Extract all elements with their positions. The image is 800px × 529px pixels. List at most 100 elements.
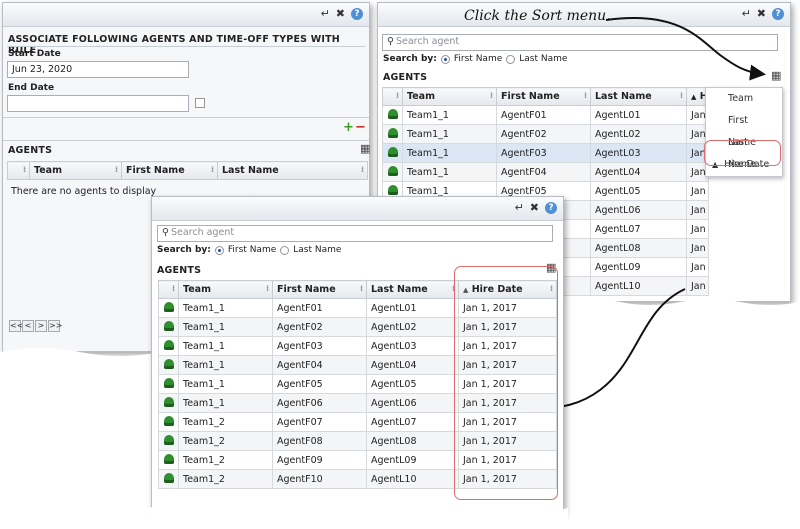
cell-last-name: AgentL06 (366, 393, 459, 413)
help-icon[interactable]: ? (545, 202, 557, 214)
column-header-first-name[interactable]: First Name ⁞ (121, 161, 218, 180)
empty-message: There are no agents to display (11, 186, 157, 197)
cell-first-name: AgentF02 (496, 124, 591, 144)
radio-first-name-label: First Name (453, 54, 503, 64)
cell-last-name: AgentL07 (590, 219, 687, 239)
cell-first-name: AgentF03 (496, 143, 591, 163)
sort-menu-icon[interactable]: ▦ (771, 69, 781, 82)
agent-icon (158, 336, 179, 356)
column-header-last-name[interactable]: Last Name ⁞ (590, 87, 687, 106)
start-date-field[interactable]: Jun 23, 2020 (7, 61, 189, 78)
sort-menu-item-first-name[interactable]: First Name (706, 110, 782, 148)
search-by-label: Search by: (157, 245, 211, 255)
cell-team: Team1_1 (178, 317, 273, 337)
agent-icon (158, 298, 179, 318)
cell-hire-date: Jan 1, 2017 (686, 219, 709, 239)
radio-last-name-label: Last Name (519, 54, 568, 64)
front-search-input[interactable]: ⚲ Search agent (157, 225, 553, 242)
help-icon[interactable]: ? (772, 8, 784, 20)
cell-first-name: AgentF08 (272, 431, 367, 451)
radio-last-name-label: Last Name (293, 245, 342, 255)
close-icon[interactable]: ✖ (757, 8, 766, 20)
table-row[interactable]: Team1_1 AgentF02 AgentL02 Jan (382, 124, 709, 144)
cell-first-name: AgentF07 (272, 412, 367, 432)
column-header-icon: ⁞ (158, 280, 179, 299)
front-agents-title: AGENTS (157, 265, 202, 276)
close-icon[interactable]: ✖ (336, 8, 345, 20)
search-icon: ⚲ (387, 36, 394, 47)
prev-page-button[interactable]: < (22, 320, 34, 332)
table-row[interactable]: Team1_1 AgentF03 AgentL03 Jan (382, 143, 709, 163)
pager: << < > >> (9, 320, 62, 332)
cell-first-name: AgentF05 (272, 374, 367, 394)
column-header-first-name[interactable]: First Name ⁞ (272, 280, 367, 299)
radio-first-name[interactable] (214, 245, 224, 255)
end-date-field[interactable] (7, 95, 189, 112)
right-search-input[interactable]: ⚲ Search agent (382, 34, 778, 51)
hire-date-column-highlight (454, 266, 558, 500)
last-page-button[interactable]: >> (48, 320, 62, 332)
column-header-last-name[interactable]: Last Name ⁞ (366, 280, 459, 299)
agent-icon (158, 393, 179, 413)
cell-first-name: AgentF06 (272, 393, 367, 413)
column-chooser-icon[interactable]: ▦ (360, 142, 370, 155)
radio-last-name[interactable] (506, 54, 516, 64)
cell-last-name: AgentL03 (366, 336, 459, 356)
cell-team: Team1_1 (178, 374, 273, 394)
cell-team: Team1_2 (178, 431, 273, 451)
divider (7, 46, 365, 47)
cell-last-name: AgentL07 (366, 412, 459, 432)
cell-hire-date: Jan 1, 2017 (686, 181, 709, 201)
agent-icon (382, 143, 403, 163)
cell-last-name: AgentL06 (590, 200, 687, 220)
search-by-label: Search by: (383, 54, 437, 64)
column-header-last-name[interactable]: Last Name ⁞ (217, 161, 368, 180)
cell-last-name: AgentL08 (590, 238, 687, 258)
help-icon[interactable]: ? (351, 8, 363, 20)
cell-last-name: AgentL02 (366, 317, 459, 337)
cell-first-name: AgentF01 (496, 105, 591, 125)
cell-hire-date: Jan 1, 2017 (686, 238, 709, 258)
remove-agent-icon[interactable]: − (355, 120, 366, 135)
next-page-button[interactable]: > (35, 320, 47, 332)
enter-icon[interactable]: ↵ (515, 202, 524, 214)
cell-first-name: AgentF04 (496, 162, 591, 182)
close-icon[interactable]: ✖ (530, 202, 539, 214)
right-agents-title: AGENTS (383, 72, 428, 83)
agent-icon (158, 450, 179, 470)
start-date-label: Start Date (8, 49, 61, 59)
cell-last-name: AgentL03 (590, 143, 687, 163)
enter-icon[interactable]: ↵ (321, 8, 330, 20)
column-header-team[interactable]: Team ⁞ (178, 280, 273, 299)
cell-team: Team1_1 (178, 393, 273, 413)
enter-icon[interactable]: ↵ (742, 8, 751, 20)
torn-edge (148, 504, 568, 529)
cell-team: Team1_2 (178, 412, 273, 432)
cell-last-name: AgentL09 (366, 450, 459, 470)
cell-last-name: AgentL10 (366, 469, 459, 489)
agent-icon (382, 124, 403, 144)
end-date-checkbox[interactable] (195, 98, 205, 108)
cell-last-name: AgentL05 (366, 374, 459, 394)
column-header-team[interactable]: Team ⁞ (29, 161, 122, 180)
radio-first-name[interactable] (440, 54, 450, 64)
column-header-team[interactable]: Team ⁞ (402, 87, 497, 106)
end-date-label: End Date (8, 83, 55, 93)
cell-first-name: AgentF10 (272, 469, 367, 489)
column-header-first-name[interactable]: First Name ⁞ (496, 87, 591, 106)
callout-text: Click the Sort menu. (464, 8, 611, 24)
cell-last-name: AgentL01 (590, 105, 687, 125)
agent-icon (158, 374, 179, 394)
sort-asc-icon: ▲ (691, 93, 697, 101)
add-agent-icon[interactable]: + (343, 120, 354, 135)
cell-first-name: AgentF04 (272, 355, 367, 375)
cell-first-name: AgentF09 (272, 450, 367, 470)
first-page-button[interactable]: << (9, 320, 23, 332)
table-row[interactable]: Team1_1 AgentF01 AgentL01 Jan (382, 105, 709, 125)
cell-team: Team1_1 (402, 105, 497, 125)
table-row[interactable]: Team1_1AgentF04AgentL04Jan 1, 2017 (382, 162, 709, 182)
sort-menu-item-team[interactable]: Team (706, 88, 782, 110)
radio-last-name[interactable] (280, 245, 290, 255)
column-header-icon: ⁞ (382, 87, 403, 106)
search-by-row: Search by: First Name Last Name (383, 54, 567, 64)
